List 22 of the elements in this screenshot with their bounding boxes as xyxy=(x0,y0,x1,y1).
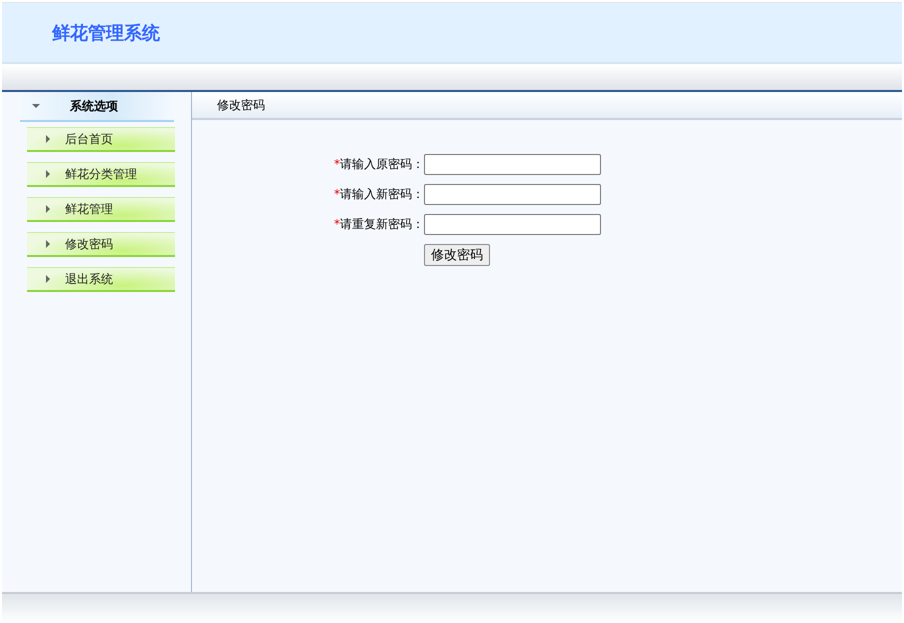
caret-icon xyxy=(46,240,50,248)
field-label: *请重复新密码： xyxy=(333,216,424,233)
caret-icon xyxy=(32,104,40,108)
sidebar-item[interactable]: 修改密码 xyxy=(27,232,175,257)
password-field[interactable] xyxy=(424,184,601,205)
caret-icon xyxy=(46,275,50,283)
sidebar-title: 系统选项 xyxy=(70,98,118,114)
caret-icon xyxy=(46,205,50,213)
sidebar-item[interactable]: 退出系统 xyxy=(27,267,175,292)
caret-icon xyxy=(46,135,50,143)
sidebar-item[interactable]: 鲜花管理 xyxy=(27,197,175,222)
page-title: 修改密码 xyxy=(217,96,265,114)
sidebar-header[interactable]: 系统选项 xyxy=(20,92,174,122)
password-field[interactable] xyxy=(424,214,601,235)
app-title: 鲜花管理系统 xyxy=(52,22,160,44)
field-label: *请输入新密码： xyxy=(333,186,424,203)
submit-button[interactable]: 修改密码 xyxy=(424,244,490,266)
password-field[interactable] xyxy=(424,154,601,175)
sidebar-item[interactable]: 鲜花分类管理 xyxy=(27,162,175,187)
sidebar-item[interactable]: 后台首页 xyxy=(27,127,175,152)
caret-icon xyxy=(46,170,50,178)
field-label: *请输入原密码： xyxy=(333,156,424,173)
